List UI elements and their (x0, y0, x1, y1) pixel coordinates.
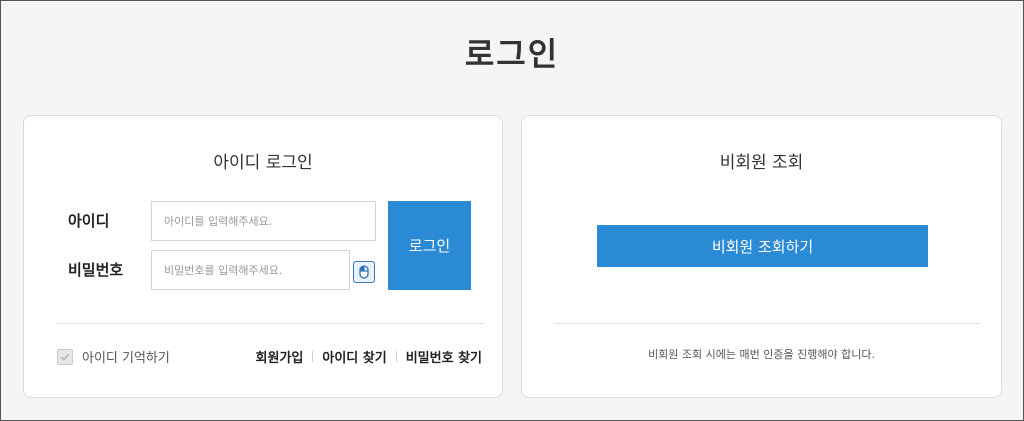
guest-lookup-button[interactable]: 비회원 조회하기 (597, 225, 928, 267)
check-icon (60, 353, 70, 361)
account-links: 회원가입 아이디 찾기 비밀번호 찾기 (256, 347, 482, 366)
remember-id-checkbox[interactable] (57, 348, 73, 365)
page-title: 로그인 (464, 35, 560, 73)
find-password-link[interactable]: 비밀번호 찾기 (406, 347, 482, 366)
find-id-link[interactable]: 아이디 찾기 (322, 347, 386, 366)
password-label: 비밀번호 (68, 261, 124, 279)
link-separator (395, 351, 397, 362)
id-login-panel: 아이디 로그인 아이디 비밀번호 로그인 아이디 기억하기 회원가입 아이디 찾… (23, 115, 503, 398)
guest-notice: 비회원 조회 시에는 매번 인증을 진행해야 합니다. (648, 348, 875, 361)
remember-id-toggle[interactable]: 아이디 기억하기 (57, 347, 170, 366)
guest-lookup-title: 비회원 조회 (719, 153, 804, 173)
login-button[interactable]: 로그인 (388, 201, 471, 290)
divider (56, 323, 484, 324)
virtual-keyboard-button[interactable] (353, 261, 375, 283)
mouse-icon (359, 265, 369, 279)
id-login-title: 아이디 로그인 (213, 153, 313, 173)
remember-id-label: 아이디 기억하기 (82, 351, 170, 366)
link-separator (312, 351, 314, 362)
id-input[interactable] (151, 201, 376, 241)
password-input[interactable] (151, 250, 350, 290)
id-label: 아이디 (68, 212, 110, 230)
signup-link[interactable]: 회원가입 (256, 347, 304, 366)
guest-lookup-panel: 비회원 조회 비회원 조회하기 비회원 조회 시에는 매번 인증을 진행해야 합… (521, 115, 1002, 398)
divider (554, 323, 980, 324)
